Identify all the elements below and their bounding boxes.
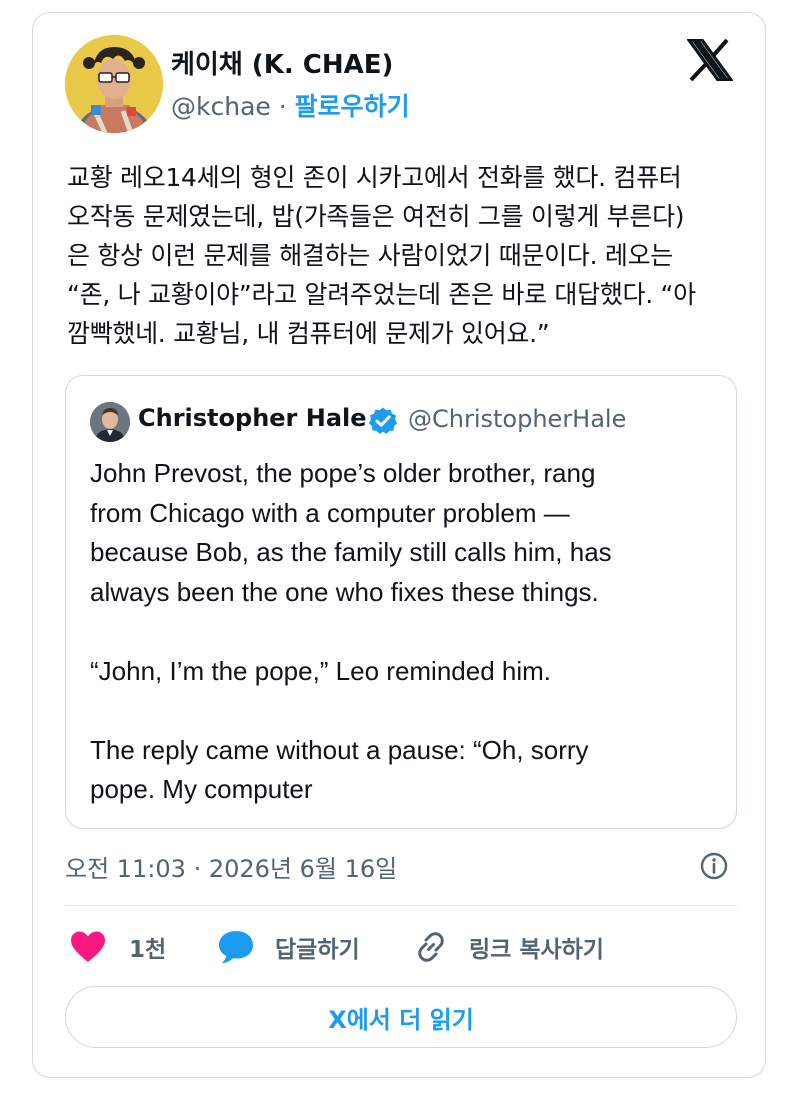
- quoted-author-name[interactable]: Christopher Hale: [138, 404, 367, 432]
- info-icon[interactable]: [699, 851, 729, 881]
- quoted-line: The reply came without a pause: “Oh, sor…: [90, 734, 589, 765]
- copy-link-button[interactable]: 링크 복사하기: [413, 925, 604, 969]
- reply-label: 답글하기: [275, 937, 360, 963]
- quoted-line: John Prevost, the pope’s older brother, …: [90, 458, 596, 488]
- copy-link-label: 링크 복사하기: [469, 937, 604, 963]
- read-more-button[interactable]: X에서 더 읽기: [65, 986, 737, 1048]
- tweet-timestamp[interactable]: 오전 11:03 · 2026년 6월 16일: [65, 849, 397, 884]
- quoted-author-avatar[interactable]: [90, 402, 130, 442]
- tweet-text: 교황 레오14세의 형인 존이 시카고에서 전화를 했다. 컴퓨터 오작동 문제…: [67, 158, 743, 353]
- author-avatar[interactable]: [65, 35, 163, 133]
- tweet-line: 은 항상 이런 문제를 해결하는 사람이었기 때문이다. 레오는: [67, 241, 673, 270]
- reply-button[interactable]: 답글하기: [217, 925, 360, 969]
- tweet-line: 오작동 문제였는데, 밥(가족들은 여전히 그를 이렇게 부른다): [67, 202, 685, 231]
- author-name[interactable]: 케이채 (K. CHAE): [171, 44, 393, 81]
- quoted-line: always been the one who fixes these thin…: [90, 576, 599, 607]
- quoted-author-handle[interactable]: @ChristopherHale: [408, 405, 626, 433]
- quoted-line: pope. My computer: [90, 774, 313, 804]
- quoted-tweet[interactable]: Christopher Hale @ChristopherHale John P…: [65, 375, 737, 829]
- quoted-line: because Bob, as the family still calls h…: [90, 537, 612, 567]
- speech-bubble-icon: [219, 931, 253, 963]
- quoted-line: “John, I’m the pope,” Leo reminded him.: [90, 655, 552, 686]
- verified-badge-icon: [368, 406, 398, 436]
- like-button[interactable]: 1천: [69, 925, 166, 969]
- like-count: 1천: [129, 937, 167, 963]
- quoted-tweet-text: John Prevost, the pope’s older brother, …: [90, 454, 720, 810]
- author-handle-row: @kchae · 팔로우하기: [171, 87, 410, 123]
- link-icon: [418, 932, 444, 962]
- heart-icon: [71, 931, 105, 962]
- quoted-line: from Chicago with a computer problem —: [90, 497, 570, 528]
- x-logo-icon[interactable]: [685, 38, 735, 82]
- divider: [65, 905, 737, 906]
- follow-button[interactable]: 팔로우하기: [295, 92, 410, 121]
- tweet-embed-card: 케이채 (K. CHAE) @kchae · 팔로우하기 교황 레오14세의 형…: [32, 12, 766, 1078]
- tweet-line: 깜빡했네. 교황님, 내 컴퓨터에 문제가 있어요.”: [67, 319, 550, 348]
- tweet-line: “존, 나 교황이야”라고 알려주었는데 존은 바로 대답했다. “아: [67, 280, 696, 309]
- tweet-line: 교황 레오14세의 형인 존이 시카고에서 전화를 했다. 컴퓨터: [67, 163, 682, 192]
- handle-separator: ·: [278, 92, 287, 121]
- author-handle[interactable]: @kchae: [171, 92, 271, 121]
